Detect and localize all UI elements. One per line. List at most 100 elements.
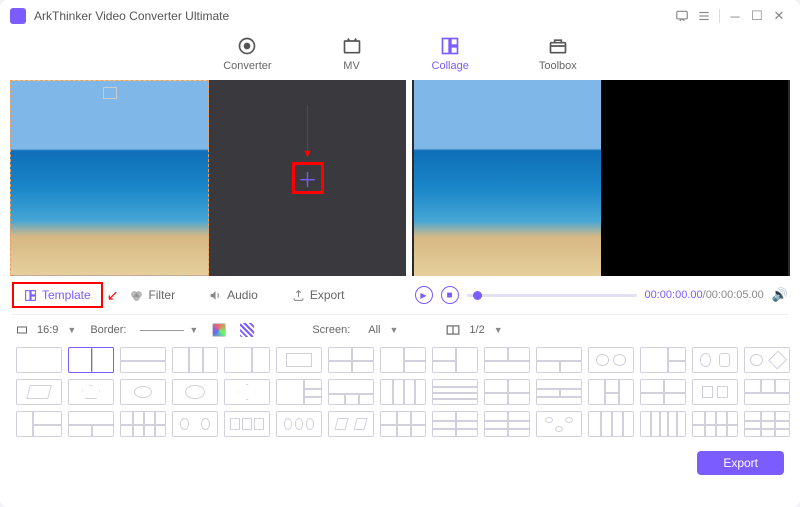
title-bar: ArkThinker Video Converter Ultimate ─ ☐ … [0, 0, 800, 32]
app-title: ArkThinker Video Converter Ultimate [34, 9, 671, 23]
template-icon [24, 289, 37, 302]
tab-label: Filter [148, 288, 175, 302]
template-item[interactable] [380, 411, 426, 437]
work-area: ▼ ＋ [0, 80, 800, 276]
collage-slot-1[interactable] [10, 80, 209, 276]
divider [12, 314, 788, 315]
stop-button[interactable]: ■ [441, 286, 459, 304]
template-item[interactable] [328, 411, 374, 437]
tab-bar: Template ↙ Filter Audio Export ▶ ■ 00:00… [0, 276, 800, 310]
template-item[interactable] [120, 379, 166, 405]
template-item[interactable] [276, 411, 322, 437]
collage-icon [440, 36, 460, 56]
screen-value: All [364, 323, 384, 337]
nav-label: Converter [223, 60, 271, 72]
template-item[interactable] [432, 411, 478, 437]
template-item[interactable] [68, 347, 114, 373]
template-item[interactable] [640, 411, 686, 437]
template-item[interactable] [16, 411, 62, 437]
play-button[interactable]: ▶ [415, 286, 433, 304]
nav-collage[interactable]: Collage [432, 36, 469, 72]
template-item[interactable] [588, 379, 634, 405]
options-row: 16:9 ▼ Border: ▼ Screen: All ▼ 1/2 ▼ [0, 319, 800, 341]
template-item[interactable] [692, 379, 738, 405]
template-item[interactable] [536, 347, 582, 373]
template-item[interactable] [380, 379, 426, 405]
minimize-button[interactable]: ─ [724, 5, 746, 27]
feedback-icon[interactable] [671, 5, 693, 27]
template-item[interactable] [692, 347, 738, 373]
nav-label: Collage [432, 60, 469, 72]
template-item[interactable] [16, 347, 62, 373]
app-window: ArkThinker Video Converter Ultimate ─ ☐ … [0, 0, 800, 507]
template-item[interactable] [744, 411, 790, 437]
template-item[interactable] [380, 347, 426, 373]
template-item[interactable] [172, 379, 218, 405]
seek-slider[interactable] [467, 294, 637, 297]
screen-label: Screen: [312, 324, 350, 336]
template-item[interactable] [692, 411, 738, 437]
nav-converter[interactable]: Converter [223, 36, 271, 72]
aspect-ratio-dropdown[interactable]: 16:9 ▼ [16, 323, 76, 337]
split-dropdown[interactable]: 1/2 ▼ [446, 323, 502, 337]
border-style-dropdown[interactable]: ▼ [140, 325, 198, 335]
template-item[interactable] [640, 379, 686, 405]
template-item[interactable] [484, 411, 530, 437]
template-item[interactable] [432, 347, 478, 373]
tab-export[interactable]: Export [286, 285, 351, 305]
tab-label: Template [42, 288, 91, 302]
maximize-button[interactable]: ☐ [746, 5, 768, 27]
template-item[interactable] [120, 347, 166, 373]
chevron-down-icon: ▼ [67, 325, 76, 335]
template-item[interactable] [536, 379, 582, 405]
template-item[interactable] [484, 347, 530, 373]
template-item[interactable] [224, 347, 270, 373]
template-item[interactable] [744, 347, 790, 373]
time-total: 00:00:05.00 [706, 289, 764, 301]
template-item[interactable] [120, 411, 166, 437]
tab-template[interactable]: Template [18, 285, 97, 305]
nav-toolbox[interactable]: Toolbox [539, 36, 577, 72]
export-button[interactable]: Export [697, 451, 784, 475]
template-item[interactable] [68, 411, 114, 437]
screen-dropdown[interactable]: All ▼ [364, 323, 398, 337]
template-item[interactable] [172, 411, 218, 437]
chevron-down-icon: ▼ [189, 325, 198, 335]
template-item[interactable] [588, 347, 634, 373]
time-display: 00:00:00.00/00:00:05.00 [645, 289, 764, 301]
template-item[interactable] [328, 347, 374, 373]
volume-icon[interactable]: 🔊 [772, 287, 788, 303]
mv-icon [342, 36, 362, 56]
tab-group: Filter Audio Export [124, 285, 350, 305]
template-item[interactable] [328, 379, 374, 405]
template-item[interactable] [224, 411, 270, 437]
preview-pane [412, 80, 790, 276]
template-item[interactable] [744, 379, 790, 405]
app-logo-icon [10, 8, 26, 24]
template-item[interactable] [484, 379, 530, 405]
template-item[interactable] [68, 379, 114, 405]
close-button[interactable]: ✕ [768, 5, 790, 27]
tab-audio[interactable]: Audio [203, 285, 264, 305]
template-item[interactable] [276, 379, 322, 405]
template-item[interactable] [276, 347, 322, 373]
nav-mv[interactable]: MV [342, 36, 362, 72]
annotation-arrow-2: ↙ [107, 287, 119, 304]
add-media-button[interactable]: ▼ ＋ [292, 162, 324, 194]
tab-filter[interactable]: Filter [124, 285, 181, 305]
border-pattern-button[interactable] [240, 323, 254, 337]
template-item[interactable] [640, 347, 686, 373]
annotation-arrow: ▼ [302, 105, 313, 157]
template-item[interactable] [588, 411, 634, 437]
border-color-button[interactable] [212, 323, 226, 337]
tab-label: Export [310, 288, 345, 302]
template-item[interactable] [172, 347, 218, 373]
menu-icon[interactable] [693, 5, 715, 27]
converter-icon [237, 36, 257, 56]
collage-editor: ▼ ＋ [10, 80, 406, 276]
template-item[interactable] [536, 411, 582, 437]
template-item[interactable] [224, 379, 270, 405]
template-item[interactable] [432, 379, 478, 405]
collage-slot-2[interactable]: ▼ ＋ [209, 80, 406, 276]
template-item[interactable] [16, 379, 62, 405]
